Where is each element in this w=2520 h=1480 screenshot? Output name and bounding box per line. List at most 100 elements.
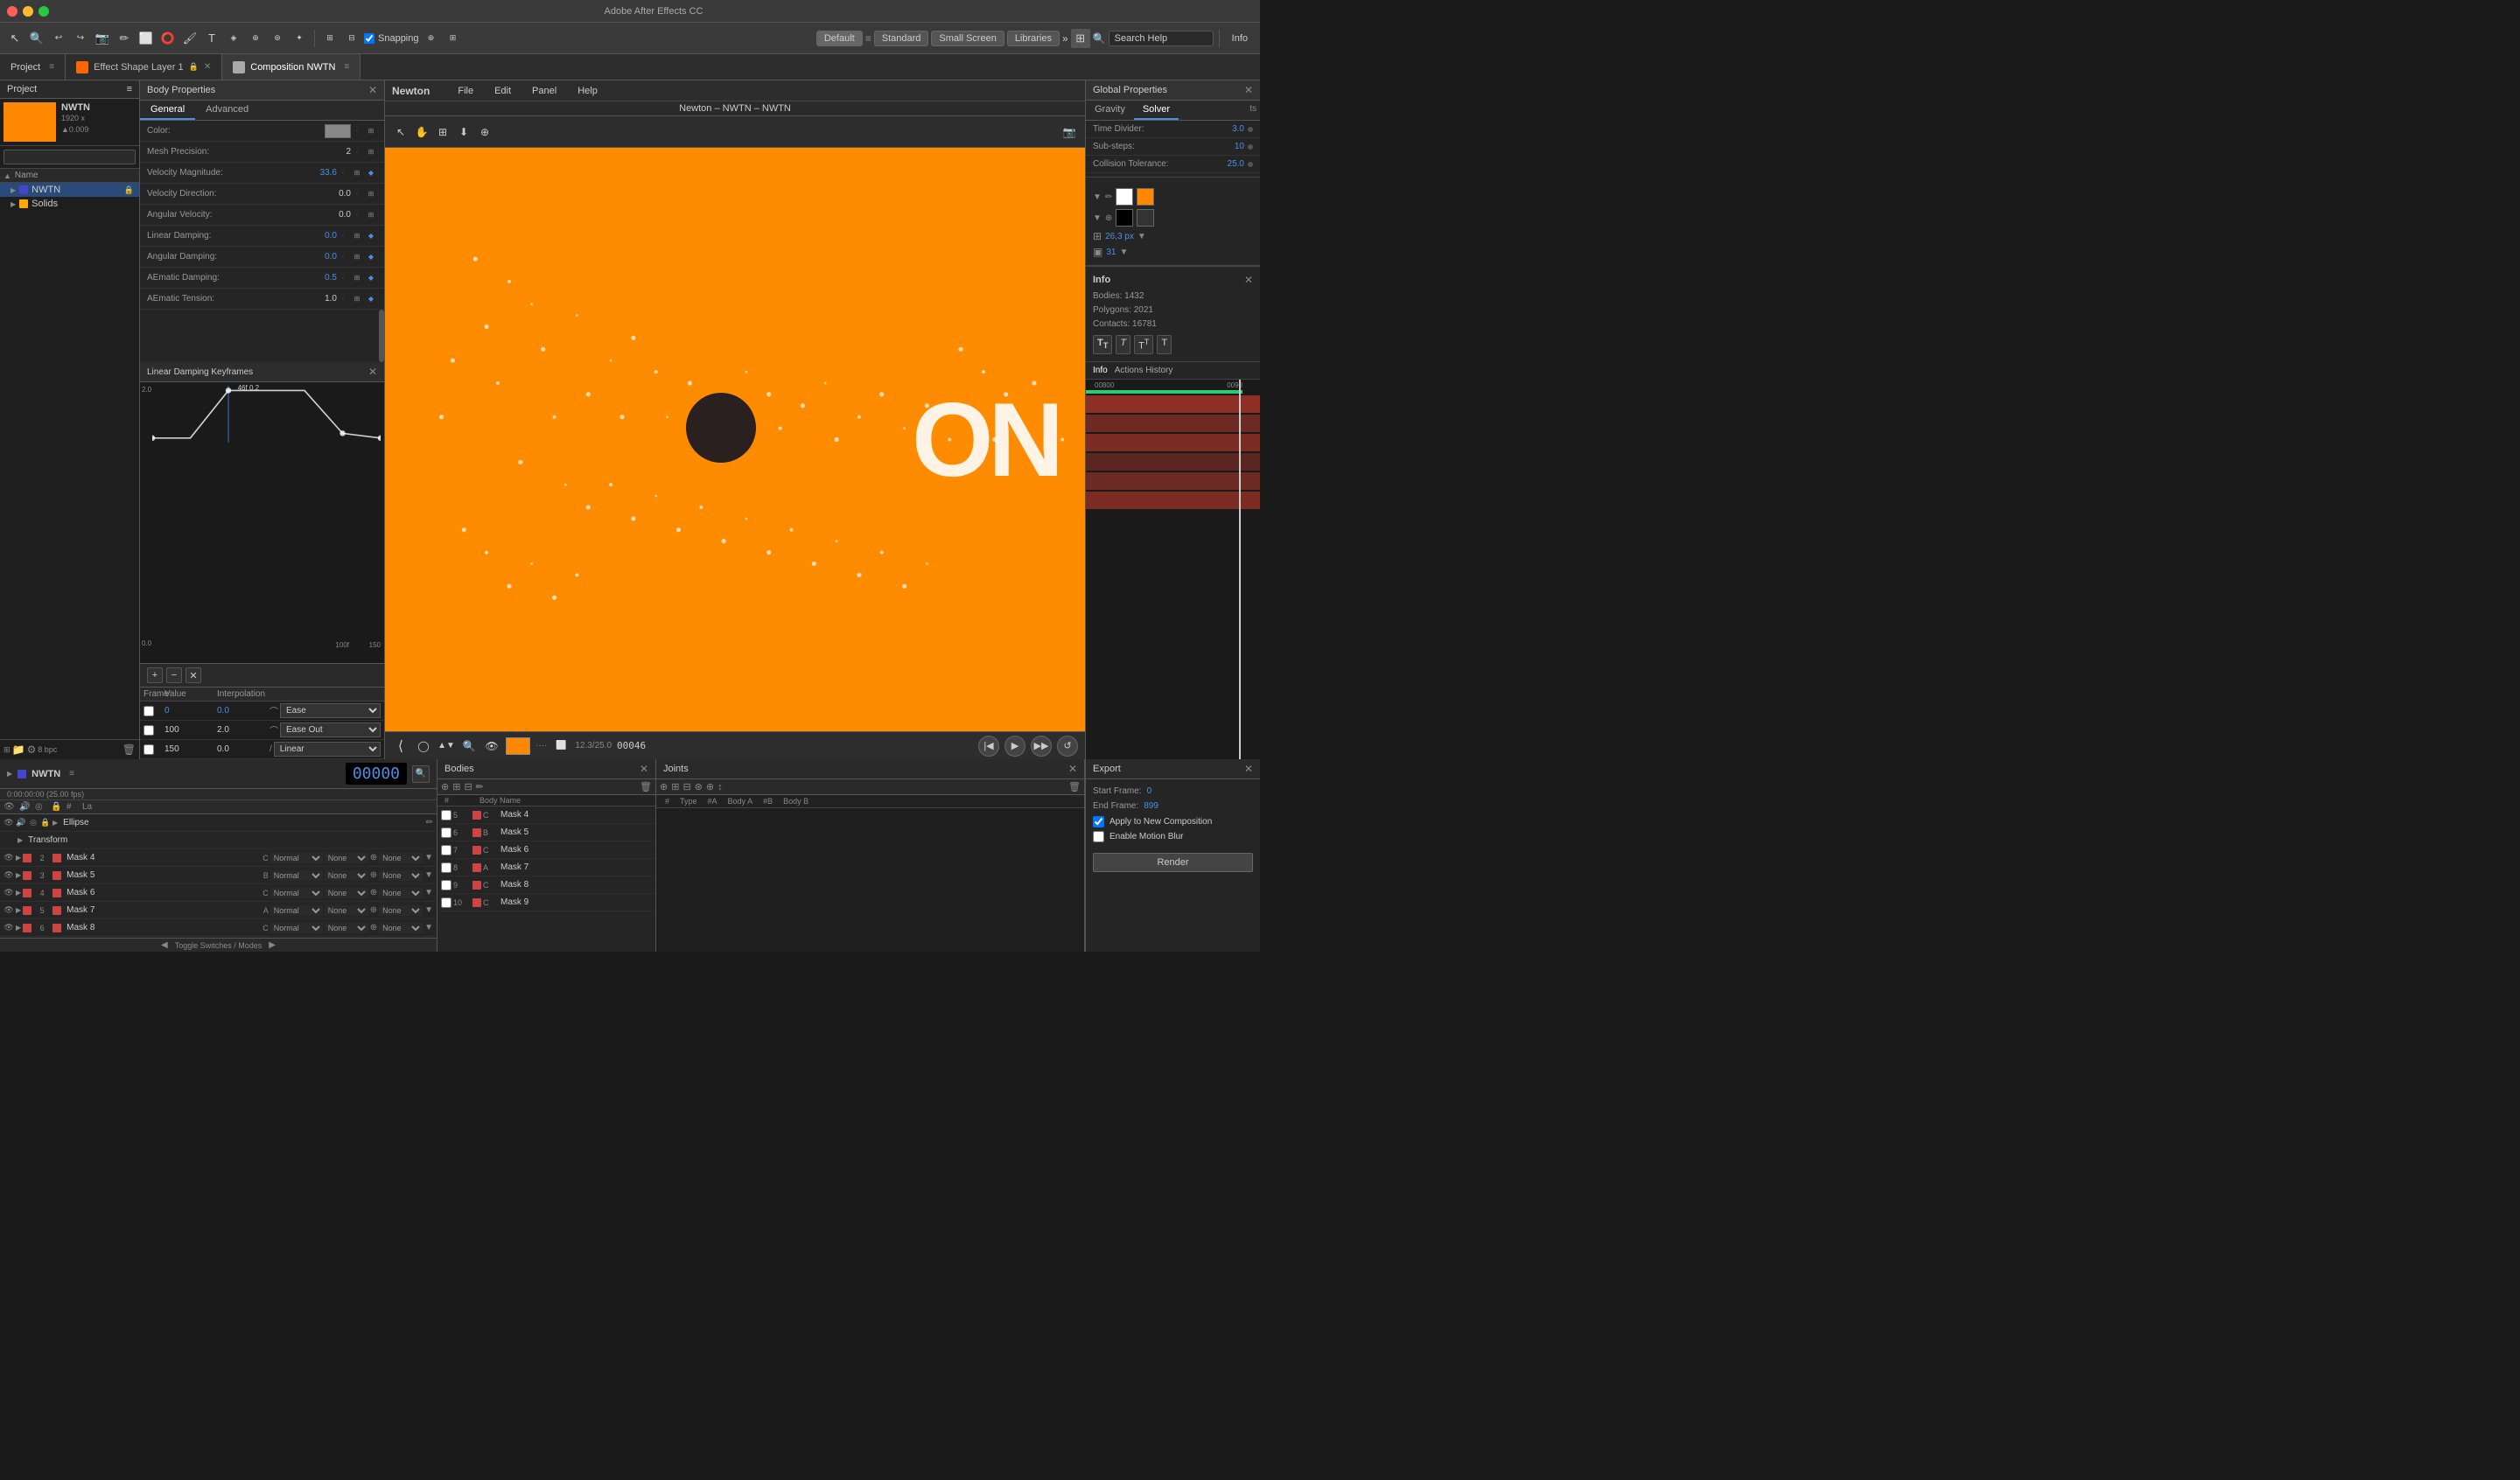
joint-link-icon[interactable]: ⊕ xyxy=(660,781,668,792)
play-btn[interactable]: ▶ xyxy=(1004,736,1026,757)
pen-icon[interactable]: ✏ xyxy=(115,29,134,48)
ang-damp-dot-icon[interactable]: · xyxy=(337,251,349,263)
mesh-link-icon[interactable]: ⊞ xyxy=(365,146,377,158)
body-10-checkbox[interactable] xyxy=(441,897,452,908)
layer-4-expand[interactable]: ▶ xyxy=(16,889,21,897)
body-row-10[interactable]: 10 C Mask 9 xyxy=(438,894,655,911)
settings-icon[interactable]: ⚙ xyxy=(27,743,37,756)
solo-vis-icon[interactable]: ◎ xyxy=(28,818,38,828)
layer-3-none2[interactable]: None xyxy=(379,870,423,881)
layer-5-none1[interactable]: None xyxy=(325,905,368,916)
bodies-tool1-icon[interactable]: ⊕ xyxy=(441,781,449,792)
shape-icon[interactable]: ⬜ xyxy=(136,29,156,48)
ang-vel-link-icon[interactable]: ⊞ xyxy=(365,209,377,221)
kf-2-frame[interactable]: 150 xyxy=(164,744,217,754)
add-keyframe-btn[interactable]: + xyxy=(147,667,163,683)
aem-tens-dot-icon[interactable]: · xyxy=(337,293,349,305)
select-tool-icon[interactable]: ↖ xyxy=(5,29,24,48)
layer-3-expand[interactable]: ▶ xyxy=(16,871,21,879)
kf-2-checkbox[interactable] xyxy=(144,744,154,755)
bodies-trash-icon[interactable]: 🗑 xyxy=(640,781,652,792)
white-swatch[interactable] xyxy=(1116,188,1133,206)
hand-tool-icon[interactable]: ✋ xyxy=(413,123,430,141)
orange-swatch[interactable] xyxy=(1137,188,1154,206)
time-divider-value[interactable]: 3.0 xyxy=(1232,124,1244,134)
comp-tab-menu-icon[interactable]: ≡ xyxy=(344,62,349,72)
kf-0-value[interactable]: 0.0 xyxy=(217,706,270,716)
time-divider-dot[interactable] xyxy=(1248,127,1253,132)
layer-2-expand[interactable]: ▶ xyxy=(16,854,21,862)
layer-6-mode[interactable]: Normal xyxy=(270,923,323,933)
body-6-checkbox[interactable] xyxy=(441,827,452,838)
layer-2-none2[interactable]: None xyxy=(379,853,423,863)
gravity-tab[interactable]: Gravity xyxy=(1086,101,1134,120)
global-props-close-btn[interactable]: ✕ xyxy=(1244,84,1253,96)
text-subscript-icon[interactable]: T xyxy=(1157,335,1172,354)
collision-tolerance-dot[interactable] xyxy=(1248,162,1253,167)
body-9-checkbox[interactable] xyxy=(441,880,452,890)
lin-damp-diamond-icon[interactable]: ◆ xyxy=(365,230,377,242)
body-5-checkbox[interactable] xyxy=(441,810,452,820)
size-value[interactable]: 26,3 px xyxy=(1105,232,1134,241)
vel-dir-dot-icon[interactable]: · xyxy=(351,188,363,200)
body-8-checkbox[interactable] xyxy=(441,862,452,873)
eye-3-icon[interactable]: 👁 xyxy=(4,870,14,881)
layer-6-expand[interactable]: ▶ xyxy=(16,924,21,932)
props-scrollbar[interactable] xyxy=(379,310,384,362)
layer-3-mode[interactable]: Normal xyxy=(270,870,323,881)
joint-tool6-icon[interactable]: ↕ xyxy=(718,782,723,792)
pencil-icon[interactable]: ✏ xyxy=(1105,192,1112,202)
kf-0-checkbox[interactable] xyxy=(144,706,154,716)
search-layers-btn[interactable]: 🔍 xyxy=(412,765,430,783)
project-search-input[interactable] xyxy=(4,150,136,164)
color-link-icon[interactable]: ⊞ xyxy=(365,125,377,137)
lin-damp-dot-icon[interactable]: · xyxy=(337,230,349,242)
eye-2-icon[interactable]: 👁 xyxy=(4,853,14,863)
body-row-6[interactable]: 6 B Mask 5 xyxy=(438,824,655,841)
composition-tab[interactable]: Composition NWTN ≡ xyxy=(222,54,360,80)
size-dropdown-icon[interactable]: ▼ xyxy=(1138,232,1146,241)
body-props-close-btn[interactable]: ✕ xyxy=(368,84,377,96)
aem-tens-diamond-icon[interactable]: ◆ xyxy=(365,293,377,305)
brush-icon[interactable]: 🖌 xyxy=(180,29,200,48)
audio-vis-icon[interactable]: 🔊 xyxy=(16,818,26,828)
ellipse-expand-icon[interactable]: ▶ xyxy=(52,819,58,827)
aematic-tension-value[interactable]: 1.0 xyxy=(284,294,337,304)
kf-1-frame[interactable]: 100 xyxy=(164,725,217,735)
effect-layer-tab[interactable]: Effect Shape Layer 1 🔒 ✕ xyxy=(66,54,222,80)
layer-row-2[interactable]: 👁 ▶ 2 Mask 4 C Normal None ⊕ None ▼ xyxy=(0,849,437,867)
text-icon[interactable]: T xyxy=(202,29,221,48)
trash-icon[interactable]: 🗑 xyxy=(122,743,136,756)
kf-0-interp-select[interactable]: Ease Ease Out Linear xyxy=(280,703,381,718)
ang-damp-link-icon[interactable]: ⊞ xyxy=(351,251,363,263)
layer-4-mode[interactable]: Normal xyxy=(270,888,323,898)
solids-layer[interactable]: ▶ Solids xyxy=(0,197,139,211)
bodies-tool2-icon[interactable]: ⊞ xyxy=(452,781,460,792)
pen-tool-icon-layer[interactable]: ✏ xyxy=(426,818,433,827)
eye-6-icon[interactable]: 👁 xyxy=(4,923,14,933)
eye-vis-icon[interactable]: 👁 xyxy=(4,818,14,828)
audio-icon[interactable]: ▲▼ xyxy=(438,737,455,755)
end-frame-value[interactable]: 899 xyxy=(1144,801,1158,811)
search-input[interactable] xyxy=(1109,31,1214,46)
next-nav-icon[interactable]: ▶ xyxy=(269,940,276,950)
body-row-9[interactable]: 9 C Mask 8 xyxy=(438,876,655,894)
small-screen-btn[interactable]: Small Screen xyxy=(931,31,1004,46)
kf-2-value[interactable]: 0.0 xyxy=(217,744,270,754)
eye-icon[interactable]: 👁 xyxy=(483,737,500,755)
color-dot-icon[interactable]: · xyxy=(351,125,363,137)
pin-icon[interactable]: ✦ xyxy=(290,29,309,48)
aem-damp-dot-icon[interactable]: · xyxy=(337,272,349,284)
bodies-close-btn[interactable]: ✕ xyxy=(640,763,648,775)
newton-menu-edit[interactable]: Edit xyxy=(491,84,514,98)
body-row-8[interactable]: 8 A Mask 7 xyxy=(438,859,655,876)
project-tab[interactable]: Project ≡ xyxy=(0,54,66,80)
play-ahead-btn[interactable]: ▶▶ xyxy=(1031,736,1052,757)
render-button[interactable]: Render xyxy=(1093,853,1253,872)
layer-row-3[interactable]: 👁 ▶ 3 Mask 5 B Normal None ⊕ None ▼ xyxy=(0,867,437,884)
aematic-damping-value[interactable]: 0.5 xyxy=(284,273,337,283)
timeline-playhead[interactable] xyxy=(1239,380,1241,759)
playhead-icon[interactable]: ◯ xyxy=(415,737,432,755)
remove-keyframe-btn[interactable]: − xyxy=(166,667,182,683)
effect-tab-close[interactable]: ✕ xyxy=(204,62,211,72)
